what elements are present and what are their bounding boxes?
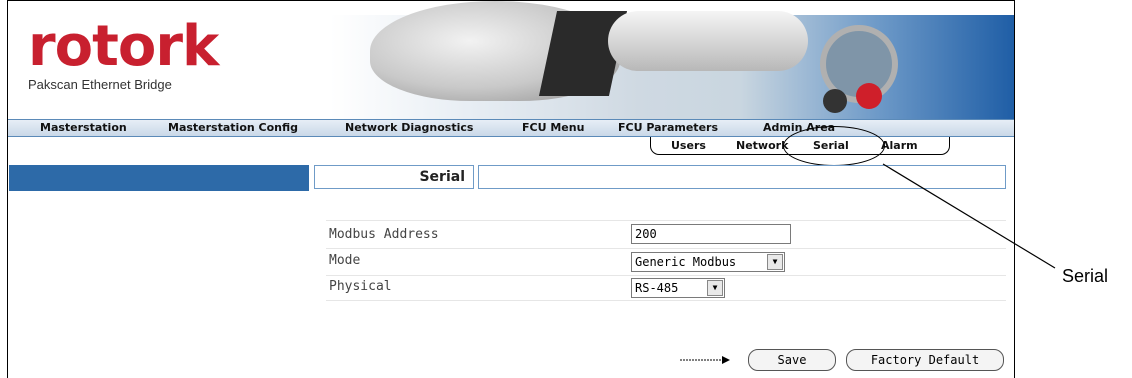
callout-label: Serial [1062,266,1109,286]
callout-line [882,163,1056,269]
